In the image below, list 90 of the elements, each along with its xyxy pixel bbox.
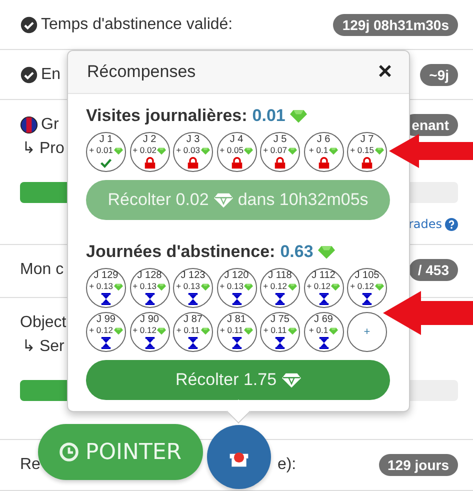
- section-total: 0.01: [252, 106, 286, 126]
- gem-icon: [244, 326, 254, 334]
- gem-icon: [318, 245, 336, 259]
- reward-amount: + 0.02: [132, 145, 156, 156]
- value-badge: ~9j: [420, 64, 458, 86]
- gem-icon: [290, 109, 308, 123]
- gem-icon: [200, 146, 210, 154]
- gem-icon: [288, 282, 297, 290]
- collect-button[interactable]: Récolter 1.75: [86, 360, 390, 400]
- gem-icon: [244, 282, 254, 290]
- ball-icon: [20, 116, 38, 134]
- help-icon[interactable]: [445, 218, 458, 230]
- gem-icon: [329, 326, 338, 334]
- value-badge: 129 jours: [378, 454, 458, 476]
- section-title: Journées d'abstinence:: [86, 242, 276, 262]
- day-label: J 118: [268, 270, 292, 281]
- gem-icon: [331, 282, 340, 290]
- reward-amount: + 0.13: [132, 281, 156, 292]
- row-label: e):: [277, 456, 296, 474]
- gem-icon: [200, 326, 210, 334]
- day-label: J 4: [230, 134, 244, 145]
- reward-amount: + 0.05: [220, 145, 244, 156]
- day-label: J 1: [99, 134, 113, 145]
- day-label: J 90: [140, 314, 159, 325]
- reward-amount: + 0.12: [132, 325, 156, 336]
- gem-icon: [157, 282, 166, 290]
- section-total: 0.63: [280, 242, 314, 262]
- day-label: J 87: [184, 314, 202, 325]
- value-badge: / 453: [408, 259, 458, 281]
- row-label: Object: [20, 314, 66, 332]
- reward-amount: + 0.1: [308, 145, 328, 156]
- day-label: J 2: [142, 134, 156, 145]
- diamond-icon: [214, 192, 233, 208]
- close-button[interactable]: ×: [378, 60, 392, 84]
- day-label: J 7: [360, 134, 374, 145]
- day-label: J 128: [137, 270, 162, 281]
- reward-amount: + 0.12: [350, 281, 374, 292]
- popover-title: Récompenses: [87, 62, 196, 82]
- row-sublabel: ↳ Ser: [22, 337, 64, 357]
- row-sublabel: ↳ Pro: [22, 139, 64, 159]
- reward-amount: + 0.15: [350, 145, 374, 156]
- row-label: Re: [20, 456, 40, 474]
- reward-amount: + 0.11: [220, 325, 244, 336]
- gem-icon: [329, 146, 338, 154]
- reward-amount: + 0.12: [89, 325, 113, 336]
- row-label: Gr: [41, 116, 59, 134]
- day-label: J 129: [94, 270, 118, 281]
- diamond-icon: [282, 372, 301, 388]
- day-label: J 99: [96, 314, 116, 325]
- reward-amount: + 0.13: [176, 281, 200, 292]
- gem-icon: [244, 146, 254, 154]
- day-label: J 69: [314, 314, 333, 325]
- gift-button[interactable]: [207, 425, 271, 489]
- row-label: Temps d'abstinence validé:: [41, 16, 233, 34]
- reward-amount: + 0.12: [306, 281, 330, 292]
- day-label: J 3: [186, 134, 200, 145]
- reward-amount: + 0.07: [263, 145, 287, 156]
- value-badge: 129j 08h31m30s: [333, 14, 458, 36]
- gem-icon: [114, 326, 123, 334]
- reward-amount: + 0.13: [89, 281, 113, 292]
- gem-icon: [157, 146, 166, 154]
- reward-amount: + 0.11: [176, 325, 200, 336]
- reward-amount: + 0.03: [176, 145, 200, 156]
- reward-amount: + 0.11: [263, 325, 287, 336]
- gem-icon: [374, 282, 384, 290]
- gem-icon: [114, 146, 123, 154]
- section-title: Visites journalières:: [86, 106, 248, 126]
- day-label: J 81: [227, 314, 246, 325]
- reward-amount: + 0.01: [89, 145, 113, 156]
- gem-icon: [114, 282, 123, 290]
- reward-amount: + 0.12: [263, 281, 287, 292]
- day-label: J 112: [312, 270, 336, 281]
- day-label: J 105: [354, 270, 380, 281]
- day-label: J 123: [180, 270, 206, 281]
- gem-icon: [200, 282, 210, 290]
- more-label: +: [364, 326, 370, 338]
- day-label: J 6: [316, 134, 330, 145]
- day-label: J 120: [224, 270, 249, 281]
- reward-amount: + 0.13: [220, 281, 244, 292]
- gem-icon: [288, 146, 297, 154]
- gem-icon: [157, 326, 166, 334]
- row-label: En: [41, 66, 61, 84]
- gem-icon: [374, 146, 384, 154]
- footnote-link[interactable]: rades: [408, 217, 442, 231]
- clock-icon: [59, 442, 80, 462]
- day-label: J 75: [270, 314, 290, 325]
- day-label: J 5: [273, 134, 287, 145]
- gem-icon: [288, 326, 297, 334]
- row-label: Mon c: [20, 261, 64, 279]
- reward-amount: + 0.1: [308, 325, 328, 336]
